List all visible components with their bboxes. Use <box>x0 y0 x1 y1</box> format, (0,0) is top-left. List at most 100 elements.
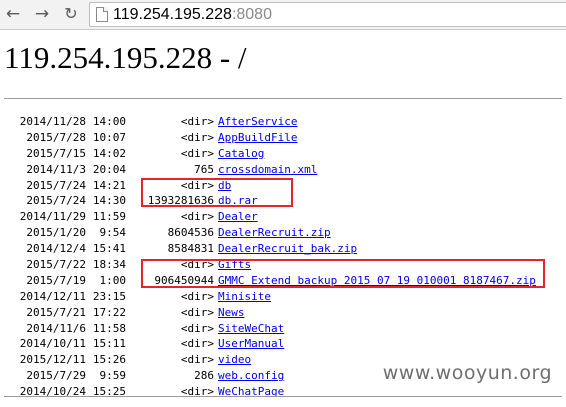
entry-date: 2014/11/6 <box>26 321 86 335</box>
entry-time: 15:26 <box>92 353 126 367</box>
forward-arrow-icon[interactable]: → <box>31 4 53 24</box>
entry-time: 14:30 <box>92 194 126 208</box>
entry-date: 2015/7/24 <box>26 194 86 208</box>
entry-size: 765 <box>194 162 214 176</box>
entry-link[interactable]: video <box>218 352 251 368</box>
entry-date: 2015/7/24 <box>26 178 86 192</box>
entry-date: 2015/7/29 <box>26 369 86 383</box>
page-title: 119.254.195.228 - / <box>4 40 247 75</box>
directory-listing: 2014/11/28 14:00 <dir> AfterService 2015/7/2… <box>0 114 566 400</box>
entry-link[interactable]: db <box>218 178 231 194</box>
back-arrow-icon[interactable]: ← <box>2 4 24 24</box>
listing-row: 2015/1/20 9:54 8604536 DealerRecruit.zip <box>0 225 566 241</box>
entry-link[interactable]: AfterService <box>218 114 297 130</box>
listing-row: 2014/10/24 15:25 <dir> WeChatPage <box>0 384 566 400</box>
entry-time: 18:34 <box>92 258 126 272</box>
watermark: www.wooyun.org <box>382 362 552 384</box>
entry-size: 8604536 <box>167 226 214 240</box>
entry-date: 2015/7/19 <box>26 273 86 287</box>
entry-date: 2014/12/11 <box>19 289 86 303</box>
entry-time: 14:21 <box>92 178 126 192</box>
entry-date: 2014/10/11 <box>19 337 86 351</box>
entry-link[interactable]: GMMC_Extend_backup_2015_07_19_010001_818… <box>218 273 536 289</box>
entry-link[interactable]: WeChatPage <box>218 384 284 400</box>
listing-row: 2014/11/28 14:00 <dir> AfterService <box>0 114 566 130</box>
listing-row: 2015/7/28 10:07 <dir> AppBuildFile <box>0 130 566 146</box>
entry-date: 2014/11/29 <box>19 210 86 224</box>
entry-size: <dir> <box>180 385 214 399</box>
listing-row: 2015/7/15 14:02 <dir> Catalog <box>0 146 566 162</box>
entry-link[interactable]: crossdomain.xml <box>218 162 317 178</box>
entry-time: 15:41 <box>92 242 126 256</box>
divider-top <box>4 98 562 99</box>
listing-row: 2015/7/19 1:00 906450944 GMMC_Extend_backup… <box>0 273 566 289</box>
listing-row: 2015/7/24 14:30 1393281636 db.rar <box>0 193 566 209</box>
entry-link[interactable]: DealerRecruit_bak.zip <box>218 241 357 257</box>
entry-date: 2015/12/11 <box>19 353 86 367</box>
entry-size: <dir> <box>180 289 214 303</box>
entry-date: 2015/7/28 <box>26 130 86 144</box>
page-icon <box>96 7 108 22</box>
entry-link[interactable]: Dealer <box>218 209 258 225</box>
entry-size: <dir> <box>180 321 214 335</box>
address-bar[interactable]: 119.254.195.228:8080 <box>89 2 566 27</box>
entry-time: 10:07 <box>92 130 126 144</box>
entry-time: 11:58 <box>92 321 126 335</box>
divider-bottom <box>4 396 562 397</box>
entry-time: 15:11 <box>92 337 126 351</box>
entry-size: <dir> <box>180 115 214 128</box>
entry-size: 286 <box>194 369 214 383</box>
entry-time: 14:00 <box>92 115 126 128</box>
entry-link[interactable]: Minisite <box>218 289 271 305</box>
entry-date: 2015/7/15 <box>26 146 86 160</box>
entry-date: 2015/1/20 <box>26 226 86 240</box>
entry-size: 8584831 <box>167 242 214 256</box>
listing-row: 2015/7/24 14:21 <dir> db <box>0 178 566 194</box>
entry-size: <dir> <box>180 337 214 351</box>
entry-time: 11:59 <box>92 210 126 224</box>
entry-link[interactable]: DealerRecruit.zip <box>218 225 331 241</box>
url-host: 119.254.195.228 <box>113 6 232 23</box>
entry-date: 2015/7/22 <box>26 258 86 272</box>
entry-date: 2014/11/3 <box>26 162 86 176</box>
entry-link[interactable]: AppBuildFile <box>218 130 297 146</box>
entry-date: 2014/11/28 <box>19 115 86 128</box>
entry-link[interactable]: News <box>218 305 245 321</box>
listing-row: 2014/12/11 23:15 <dir> Minisite <box>0 289 566 305</box>
reload-icon[interactable]: ↻ <box>60 4 82 24</box>
listing-row: 2014/10/11 15:11 <dir> UserManual <box>0 336 566 352</box>
entry-time: 9:54 <box>99 226 127 240</box>
listing-row: 2014/11/29 11:59 <dir> Dealer <box>0 209 566 225</box>
entry-time: 23:15 <box>92 289 126 303</box>
entry-time: 14:02 <box>92 146 126 160</box>
entry-size: <dir> <box>180 178 214 192</box>
listing-row: 2014/12/4 15:41 8584831 DealerRecruit_bak.z… <box>0 241 566 257</box>
entry-time: 17:22 <box>92 305 126 319</box>
entry-size: <dir> <box>180 258 214 272</box>
entry-size: <dir> <box>180 210 214 224</box>
entry-link[interactable]: web.config <box>218 368 284 384</box>
entry-size: 906450944 <box>154 273 214 287</box>
entry-time: 9:59 <box>99 369 127 383</box>
entry-size: <dir> <box>180 146 214 160</box>
listing-row: 2014/11/6 11:58 <dir> SiteWeChat <box>0 321 566 337</box>
entry-size: <dir> <box>180 353 214 367</box>
entry-link[interactable]: SiteWeChat <box>218 321 284 337</box>
entry-size: <dir> <box>180 130 214 144</box>
entry-date: 2014/12/4 <box>26 242 86 256</box>
entry-date: 2014/10/24 <box>19 385 86 399</box>
entry-link[interactable]: Gifts <box>218 257 251 273</box>
entry-link[interactable]: Catalog <box>218 146 264 162</box>
entry-size: 1393281636 <box>147 194 214 208</box>
entry-link[interactable]: db.rar <box>218 193 258 209</box>
listing-row: 2015/7/22 18:34 <dir> Gifts <box>0 257 566 273</box>
entry-time: 1:00 <box>99 273 127 287</box>
entry-time: 15:25 <box>92 385 126 399</box>
entry-size: <dir> <box>180 305 214 319</box>
entry-link[interactable]: UserManual <box>218 336 284 352</box>
listing-row: 2015/7/21 17:22 <dir> News <box>0 305 566 321</box>
browser-toolbar: ← → ↻ 119.254.195.228:8080 <box>0 0 566 30</box>
url-port: :8080 <box>231 6 272 23</box>
address-bar-url[interactable]: 119.254.195.228:8080 <box>113 4 272 25</box>
entry-date: 2015/7/21 <box>26 305 86 319</box>
